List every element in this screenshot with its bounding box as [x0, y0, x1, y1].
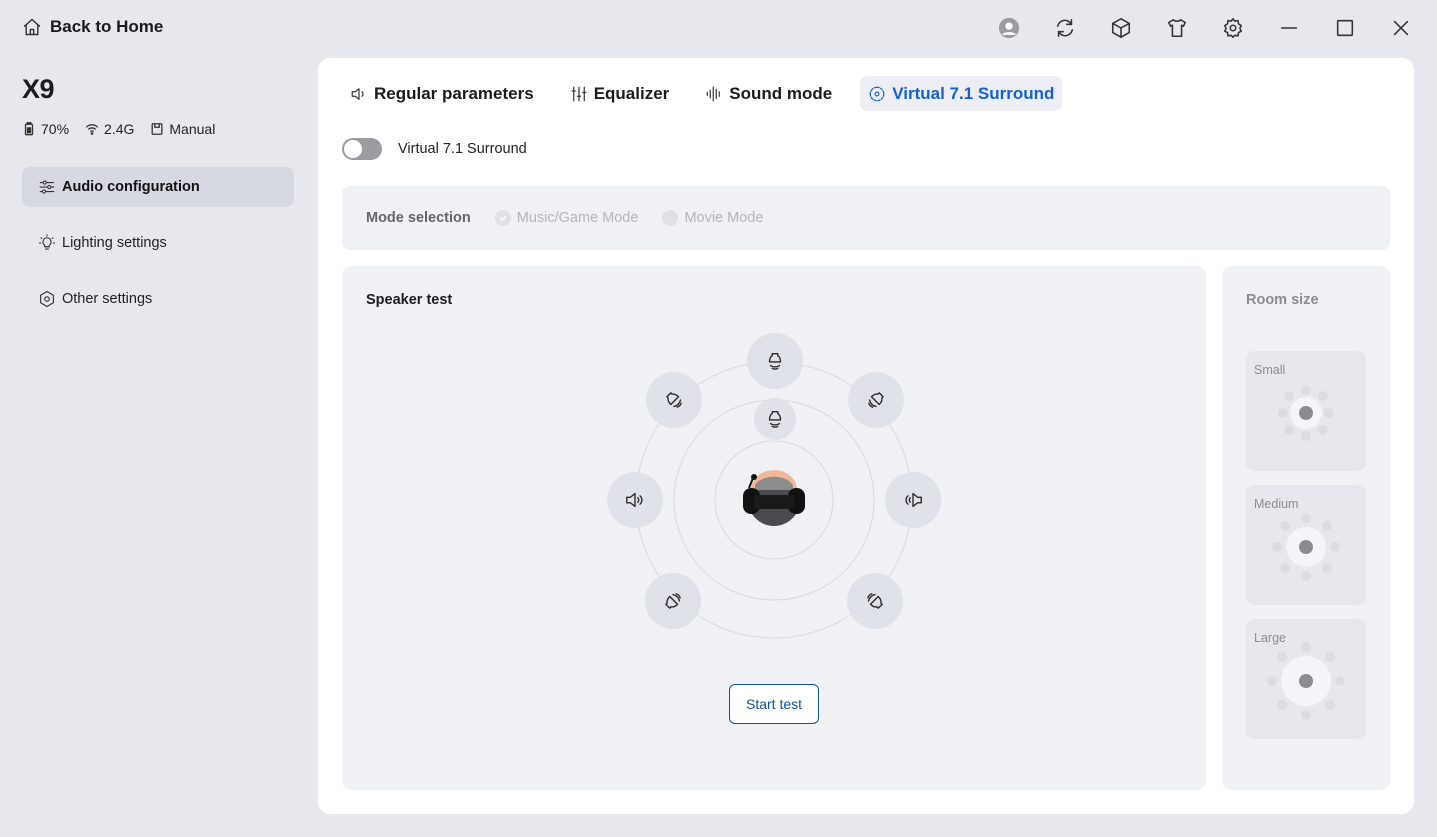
- speaker-front-right[interactable]: [848, 372, 904, 428]
- connection-status: 2.4G: [85, 121, 134, 137]
- user-icon[interactable]: [993, 14, 1025, 42]
- tab-label: Sound mode: [729, 83, 833, 103]
- speaker-angled-icon: [868, 392, 884, 408]
- radio-music-game-mode[interactable]: Music/Game Mode: [494, 210, 639, 226]
- room-size-small[interactable]: Small: [1246, 351, 1366, 471]
- room-size-title: Room size: [1246, 292, 1319, 308]
- battery-status: 70%: [22, 121, 69, 137]
- surround-toggle-label: Virtual 7.1 Surround: [398, 141, 527, 157]
- radio-empty-icon: [662, 210, 679, 226]
- close-icon[interactable]: [1385, 14, 1417, 42]
- battery-icon: [24, 122, 34, 136]
- check-icon: [494, 210, 511, 226]
- tshirt-icon[interactable]: [1161, 14, 1193, 42]
- maximize-icon[interactable]: [1329, 14, 1361, 42]
- speaker-subwoofer[interactable]: [754, 398, 796, 440]
- speaker-side-icon: [626, 492, 643, 508]
- room-medium-icon: [1272, 513, 1340, 581]
- room-large-icon: [1267, 642, 1345, 720]
- home-icon: [23, 18, 41, 36]
- hex-settings-icon: [40, 290, 54, 308]
- waveform-icon: [706, 86, 721, 101]
- speaker-test-panel: Speaker test Start test: [342, 266, 1206, 790]
- speaker-side-right[interactable]: [885, 472, 941, 528]
- device-meta: 70% 2.4G Manual: [22, 121, 215, 137]
- tab-equalizer[interactable]: Equalizer: [562, 76, 678, 111]
- speaker-angled-icon: [666, 392, 682, 408]
- sidebar-nav: Audio configuration Lighting settings Ot…: [22, 167, 294, 335]
- speaker-front-left[interactable]: [646, 372, 702, 428]
- radio-label: Movie Mode: [684, 210, 764, 226]
- radio-movie-mode[interactable]: Movie Mode: [662, 210, 763, 226]
- back-to-home-button[interactable]: Back to Home: [22, 17, 163, 37]
- equalizer-icon: [571, 86, 587, 101]
- bell-speaker-icon: [768, 352, 782, 370]
- speaker-rear-right[interactable]: [847, 573, 903, 629]
- connection-type: 2.4G: [104, 121, 135, 137]
- surround-toggle[interactable]: [342, 138, 382, 160]
- tab-label: Virtual 7.1 Surround: [892, 83, 1055, 103]
- tab-regular-parameters[interactable]: Regular parameters: [342, 76, 542, 111]
- bulb-icon: [38, 234, 56, 250]
- room-size-panel: Room size Small Medium Large: [1222, 266, 1390, 790]
- tab-label: Regular parameters: [374, 83, 534, 103]
- minimize-icon[interactable]: [1273, 14, 1305, 42]
- speaker-rear-left[interactable]: [645, 573, 701, 629]
- surround-icon: [869, 86, 885, 101]
- gear-icon[interactable]: [1217, 14, 1249, 42]
- room-size-large[interactable]: Large: [1246, 619, 1366, 739]
- radio-label: Music/Game Mode: [516, 210, 639, 226]
- surround-toggle-row: Virtual 7.1 Surround: [342, 138, 527, 160]
- speaker-front-center[interactable]: [747, 333, 803, 389]
- mode-value: Manual: [169, 121, 216, 137]
- sidebar-item-label: Other settings: [62, 291, 153, 307]
- sidebar-item-label: Lighting settings: [62, 235, 167, 251]
- mode-selection-box: Mode selection Music/Game Mode Movie Mod…: [342, 186, 1390, 250]
- tab-sound-mode[interactable]: Sound mode: [697, 76, 840, 111]
- sliders-icon: [39, 180, 55, 194]
- speaker-angled-icon: [867, 593, 883, 609]
- speaker-angled-icon: [665, 593, 681, 609]
- back-to-home-label: Back to Home: [50, 17, 164, 36]
- speaker-icon: [351, 87, 364, 100]
- sidebar-item-audio-configuration[interactable]: Audio configuration: [22, 167, 294, 207]
- room-size-medium[interactable]: Medium: [1246, 485, 1366, 605]
- listener-head-icon: [743, 470, 805, 526]
- device-name: X9: [22, 74, 55, 104]
- wifi-icon: [85, 124, 99, 135]
- speaker-side-left[interactable]: [607, 472, 663, 528]
- start-test-button[interactable]: Start test: [729, 684, 819, 724]
- mode-selection-label: Mode selection: [366, 210, 471, 226]
- title-bar: Back to Home: [0, 0, 1437, 56]
- refresh-icon[interactable]: [1049, 14, 1081, 42]
- bell-speaker-icon: [768, 410, 782, 428]
- room-small-icon: [1278, 385, 1334, 441]
- tab-virtual-7-1-surround[interactable]: Virtual 7.1 Surround: [860, 76, 1063, 111]
- sidebar-item-other-settings[interactable]: Other settings: [22, 279, 294, 319]
- battery-level: 70%: [41, 121, 70, 137]
- cube-icon[interactable]: [1105, 14, 1137, 42]
- tab-bar: Regular parameters Equalizer Sound mode …: [342, 76, 1076, 111]
- mode-status: Manual: [150, 121, 215, 137]
- tab-label: Equalizer: [593, 83, 670, 103]
- sidebar-item-lighting-settings[interactable]: Lighting settings: [22, 223, 294, 263]
- speaker-side-icon: [905, 492, 922, 508]
- memory-icon: [151, 123, 163, 135]
- main-panel: Regular parameters Equalizer Sound mode …: [318, 58, 1414, 814]
- sidebar-item-label: Audio configuration: [62, 179, 200, 195]
